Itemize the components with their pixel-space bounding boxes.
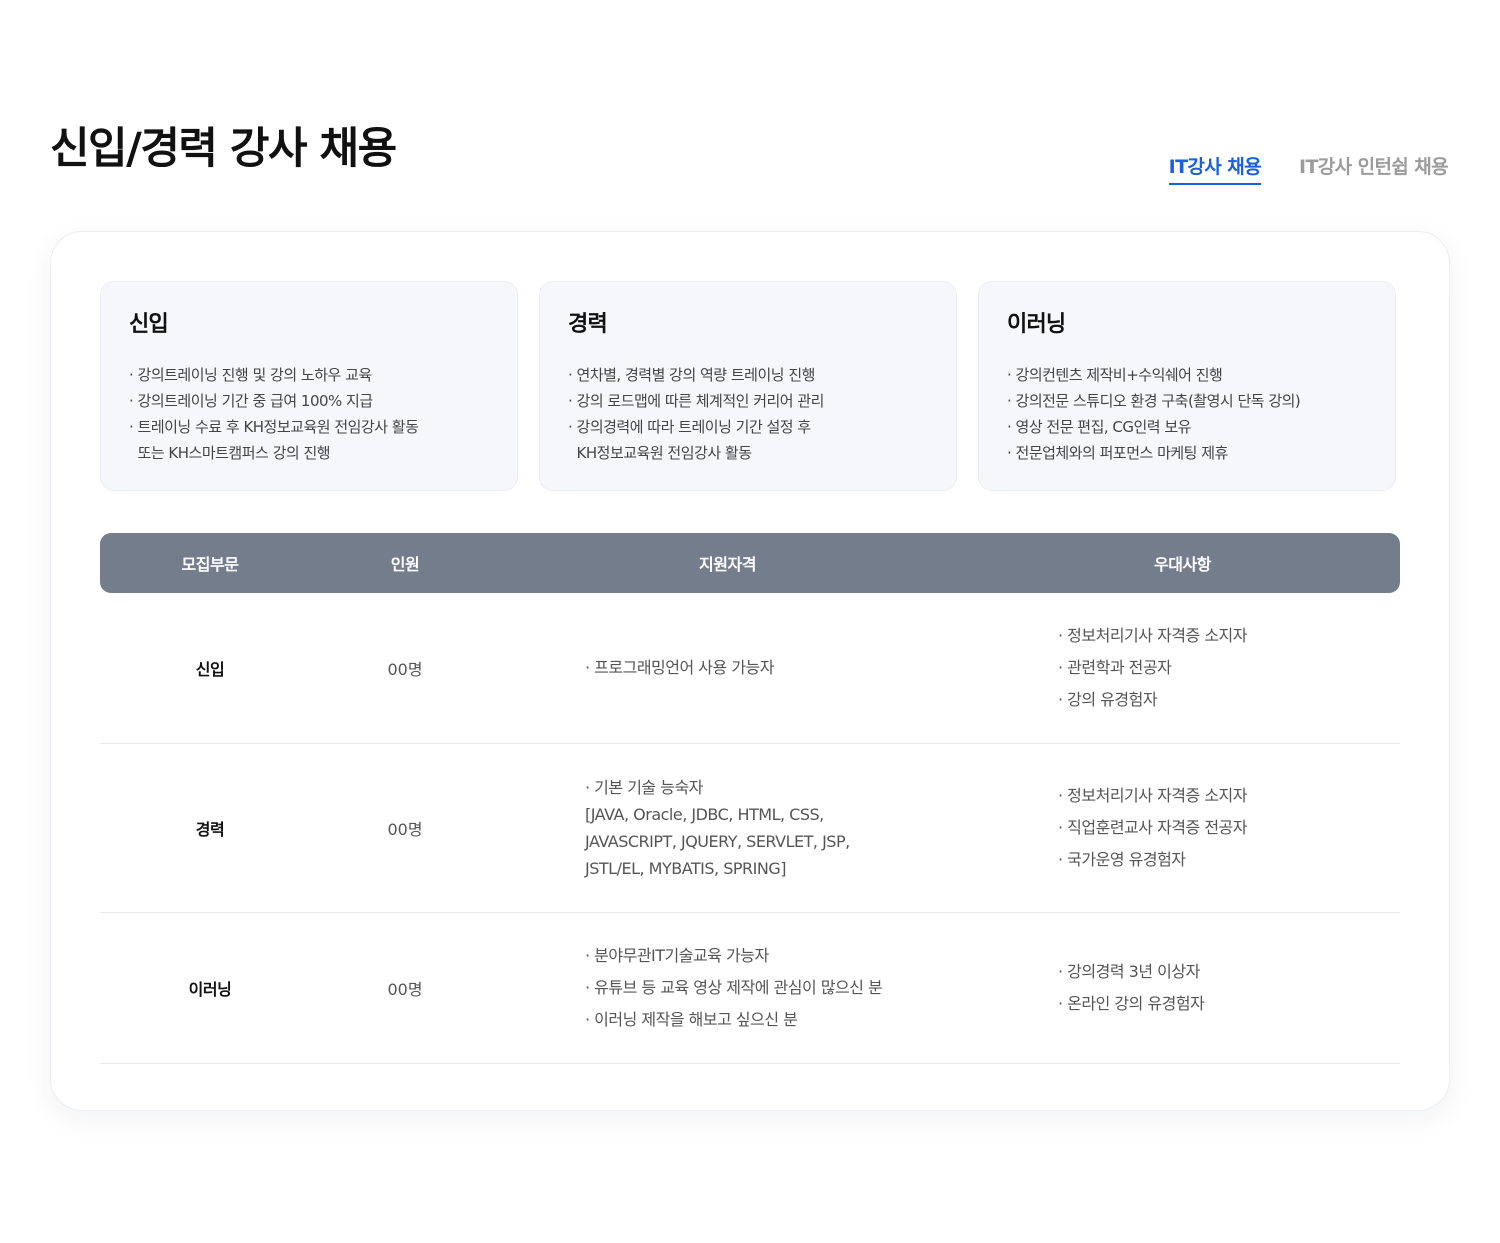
table-row: 이러닝 00명 · 분야무관IT기술교육 가능자 · 유튜브 등 교육 영상 제… [100,913,1400,1064]
list-item: · 강의트레이닝 진행 및 강의 노하우 교육 [129,366,372,384]
list-item: JSTL/EL, MYBATIS, SPRING] [585,859,786,878]
row-count: 00명 [387,820,423,839]
list-item: · 트레이닝 수료 후 KH정보교육원 전임강사 활동 [129,418,419,436]
list-item: · 정보처리기사 자격증 소지자 [1058,626,1247,645]
list-item: · 분야무관IT기술교육 가능자 [585,946,769,965]
list-item: · 강의컨텐츠 제작비+수익쉐어 진행 [1007,366,1223,384]
list-item: · 강의 로드맵에 따른 체계적인 커리어 관리 [568,392,824,410]
list-item: · 정보처리기사 자격증 소지자 [1058,786,1247,805]
column-header-count: 인원 [390,555,420,574]
recruit-table: 모집부문 인원 지원자격 우대사항 신입 00명 · 프로그래밍언어 사용 가능… [100,533,1400,1064]
list-item: · 유튜브 등 교육 영상 제작에 관심이 많으신 분 [585,978,883,997]
list-item: · 온라인 강의 유경험자 [1058,994,1205,1013]
list-item: · 관련학과 전공자 [1058,658,1172,677]
summary-box-experienced: 경력 · 연차별, 경력별 강의 역량 트레이닝 진행 · 강의 로드맵에 따른… [539,281,957,491]
summary-box-new: 신입 · 강의트레이닝 진행 및 강의 노하우 교육 · 강의트레이닝 기간 중… [100,281,518,491]
row-preferences: · 정보처리기사 자격증 소지자 · 직업훈련교사 자격증 전공자 · 국가운영… [965,780,1400,876]
summary-box-title: 이러닝 [1007,312,1066,337]
table-row: 신입 00명 · 프로그래밍언어 사용 가능자 · 정보처리기사 자격증 소지자… [100,593,1400,744]
table-row: 경력 00명 · 기본 기술 능숙자 [JAVA, Oracle, JDBC, … [100,744,1400,913]
list-item: [JAVA, Oracle, JDBC, HTML, CSS, [585,805,824,824]
list-item: · 강의 유경험자 [1058,690,1158,709]
list-item: JAVASCRIPT, JQUERY, SERVLET, JSP, [585,832,850,851]
column-header-category: 모집부문 [181,555,239,574]
list-item: · 직업훈련교사 자격증 전공자 [1058,818,1247,837]
row-count: 00명 [387,660,423,679]
row-category: 신입 [195,660,225,679]
list-item: · 강의경력에 따라 트레이닝 기간 설정 후 [568,418,811,436]
row-count: 00명 [387,980,423,999]
list-item: · 기본 기술 능숙자 [585,778,703,797]
list-item: · 이러닝 제작을 해보고 싶으신 분 [585,1010,798,1029]
summary-box-list: · 강의컨텐츠 제작비+수익쉐어 진행 · 강의전문 스튜디오 환경 구축(촬영… [1007,362,1367,466]
list-item: · 강의전문 스튜디오 환경 구축(촬영시 단독 강의) [1007,392,1301,410]
recruit-card: 신입 · 강의트레이닝 진행 및 강의 노하우 교육 · 강의트레이닝 기간 중… [50,231,1450,1111]
summary-boxes: 신입 · 강의트레이닝 진행 및 강의 노하우 교육 · 강의트레이닝 기간 중… [100,281,1396,491]
row-qualifications: · 프로그래밍언어 사용 가능자 [490,652,965,684]
list-item: · 연차별, 경력별 강의 역량 트레이닝 진행 [568,366,815,384]
summary-box-list: · 강의트레이닝 진행 및 강의 노하우 교육 · 강의트레이닝 기간 중 급여… [129,362,489,466]
summary-box-title: 신입 [129,312,169,337]
row-category: 경력 [195,820,225,839]
row-preferences: · 강의경력 3년 이상자 · 온라인 강의 유경험자 [965,956,1400,1020]
tab-it-internship[interactable]: IT강사 인턴쉽 채용 [1299,152,1449,185]
row-category: 이러닝 [188,980,232,999]
column-header-qualifications: 지원자격 [699,555,756,574]
list-item: · 전문업체와의 퍼포먼스 마케팅 제휴 [1007,444,1228,462]
summary-box-list: · 연차별, 경력별 강의 역량 트레이닝 진행 · 강의 로드맵에 따른 체계… [568,362,928,466]
list-item: · 강의트레이닝 기간 중 급여 100% 지급 [129,392,373,410]
tab-it-instructor[interactable]: IT강사 채용 [1168,152,1262,185]
row-qualifications: · 기본 기술 능숙자 [JAVA, Oracle, JDBC, HTML, C… [490,774,965,882]
row-qualifications: · 분야무관IT기술교육 가능자 · 유튜브 등 교육 영상 제작에 관심이 많… [490,940,965,1036]
column-header-preferences: 우대사항 [1154,555,1211,574]
list-item: · 강의경력 3년 이상자 [1058,962,1200,981]
page-title: 신입/경력 강사 채용 [50,124,397,174]
list-item: · 국가운영 유경험자 [1058,850,1186,869]
tab-bar: IT강사 채용 IT강사 인턴쉽 채용 [1168,152,1449,185]
row-preferences: · 정보처리기사 자격증 소지자 · 관련학과 전공자 · 강의 유경험자 [965,620,1400,716]
list-item: · 영상 전문 편집, CG인력 보유 [1007,418,1191,436]
list-item: KH정보교육원 전임강사 활동 [568,444,752,462]
list-item: 또는 KH스마트캠퍼스 강의 진행 [129,444,331,462]
summary-box-elearning: 이러닝 · 강의컨텐츠 제작비+수익쉐어 진행 · 강의전문 스튜디오 환경 구… [978,281,1396,491]
table-header: 모집부문 인원 지원자격 우대사항 [100,533,1400,593]
summary-box-title: 경력 [568,312,608,337]
recruit-page: 신입/경력 강사 채용 IT강사 채용 IT강사 인턴쉽 채용 신입 · 강의트… [0,0,1500,1243]
list-item: · 프로그래밍언어 사용 가능자 [585,658,774,677]
